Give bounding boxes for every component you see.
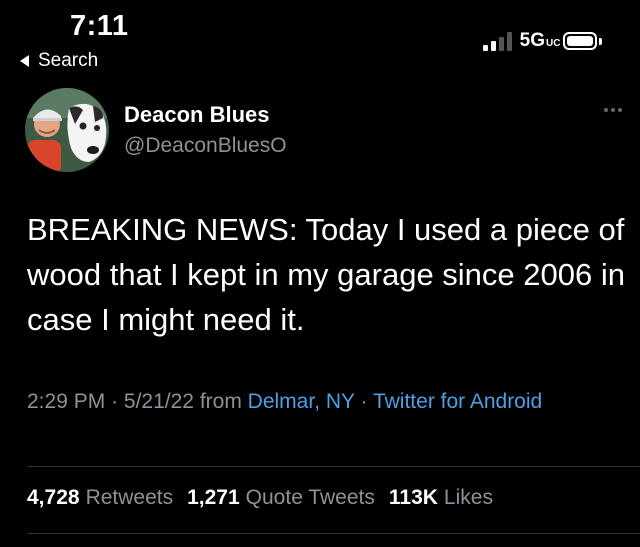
network-suffix: UC xyxy=(546,38,561,49)
tweet-date: 5/21/22 xyxy=(123,390,194,413)
author-handle[interactable]: @DeaconBluesO xyxy=(124,134,287,158)
more-horizontal-icon[interactable] xyxy=(604,108,622,112)
retweets-stat[interactable]: 4,728 Retweets xyxy=(27,486,173,510)
likes-count: 113K xyxy=(388,486,438,509)
tweet-location-link[interactable]: Delmar, NY xyxy=(248,390,355,413)
tweet-text: BREAKING NEWS: Today I used a piece of w… xyxy=(27,212,625,337)
signal-icon xyxy=(482,31,512,51)
meta-separator: · xyxy=(111,390,119,413)
status-time: 7:11 xyxy=(70,10,129,42)
back-label: Search xyxy=(38,50,99,71)
network-indicator: 5G UC xyxy=(519,30,561,52)
avatar-image xyxy=(25,88,109,172)
divider xyxy=(27,466,640,467)
back-arrow-icon xyxy=(20,55,29,67)
status-indicators: 5G UC xyxy=(482,30,602,52)
meta-separator: · xyxy=(360,390,368,413)
tweet-time: 2:29 PM xyxy=(27,390,106,413)
avatar[interactable] xyxy=(25,88,109,172)
likes-stat[interactable]: 113K Likes xyxy=(389,486,493,510)
quote-tweets-count: 1,271 xyxy=(187,486,240,509)
battery-icon xyxy=(563,32,597,50)
from-label: from xyxy=(199,390,242,413)
retweets-count: 4,728 xyxy=(27,486,80,509)
likes-label: Likes xyxy=(443,486,493,509)
author-name[interactable]: Deacon Blues xyxy=(124,102,270,128)
tweet-stats: 4,728 Retweets 1,271 Quote Tweets 113K Like… xyxy=(27,486,493,510)
tweet-meta: 2:29 PM · 5/21/22 from Delmar, NY · Twit… xyxy=(27,385,617,419)
battery-tip xyxy=(599,37,602,45)
quote-tweets-label: Quote Tweets xyxy=(245,486,375,509)
tweet-source-link[interactable]: Twitter for Android xyxy=(373,390,542,413)
back-to-search-button[interactable]: Search xyxy=(20,50,98,72)
divider xyxy=(27,533,640,534)
network-type: 5G xyxy=(519,30,545,51)
quote-tweets-stat[interactable]: 1,271 Quote Tweets xyxy=(187,486,375,510)
retweets-label: Retweets xyxy=(85,486,174,509)
